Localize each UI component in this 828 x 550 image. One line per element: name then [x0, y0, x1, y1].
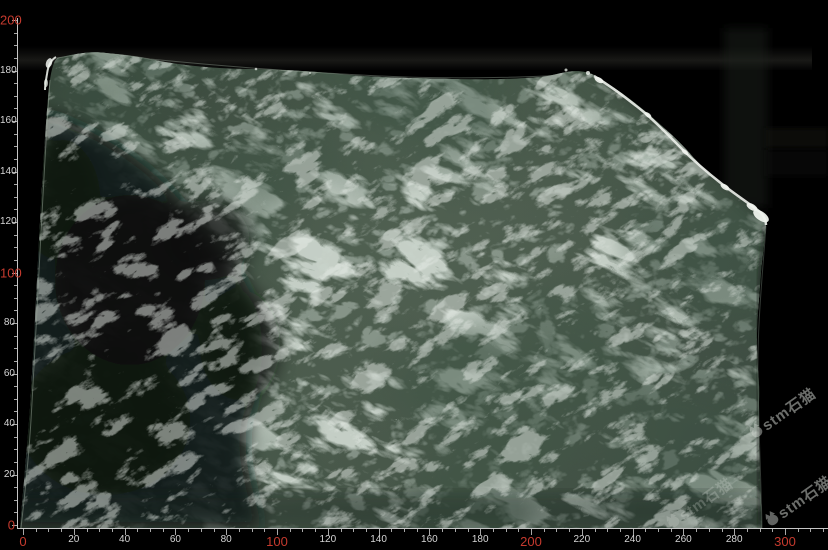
- watermark-layer: stm石猫 stm石猫 stm石猫: [0, 0, 828, 550]
- watermark-text: stm石猫: [773, 471, 828, 524]
- watermark-text: stm石猫: [757, 383, 820, 436]
- watermark-logo-icon: [666, 514, 681, 529]
- watermark: stm石猫: [663, 473, 737, 534]
- watermark-text: stm石猫: [674, 473, 737, 526]
- slab-scan-viewer: 020406080100120140160180200 020406080100…: [0, 0, 828, 550]
- watermark-logo-icon: [765, 512, 780, 527]
- watermark: stm石猫: [746, 383, 820, 444]
- watermark-logo-icon: [749, 424, 764, 439]
- watermark: stm石猫: [762, 471, 828, 532]
